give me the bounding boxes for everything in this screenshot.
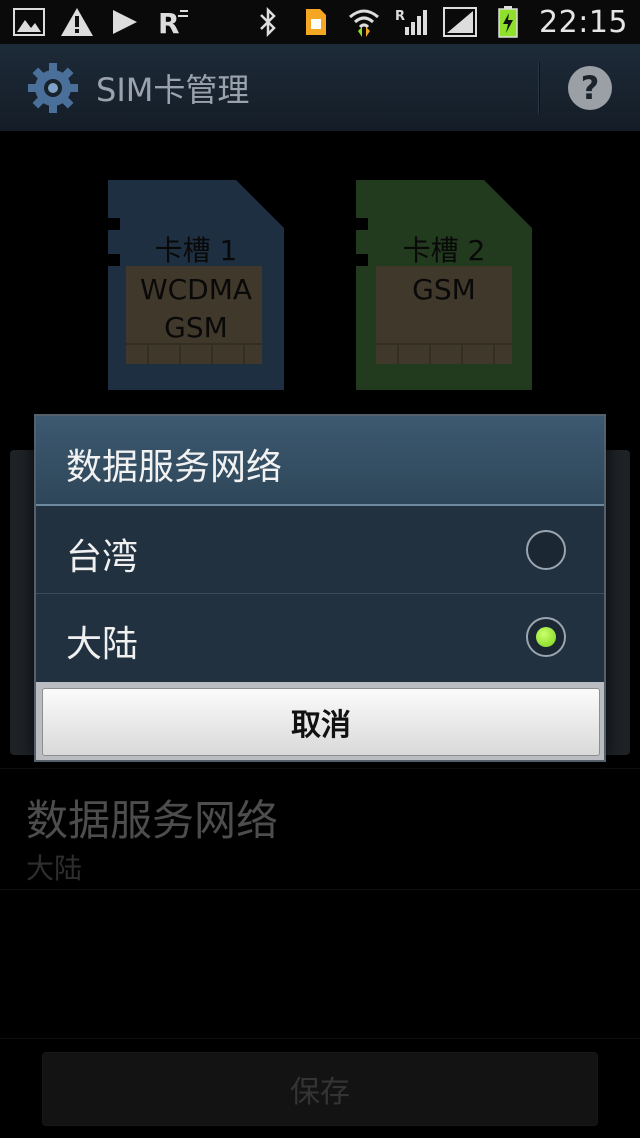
option-taiwan[interactable]: 台湾 xyxy=(36,508,604,594)
option-label: 大陆 xyxy=(66,624,139,665)
dialog-header: 数据服务网络 xyxy=(36,416,604,506)
dialog-title: 数据服务网络 xyxy=(66,447,283,488)
option-label: 台湾 xyxy=(66,537,139,578)
sim-icon xyxy=(299,6,333,38)
status-bar: R R 22:15 xyxy=(0,0,640,44)
gear-icon[interactable] xyxy=(24,59,82,117)
bluetooth-icon xyxy=(251,6,285,38)
gallery-icon xyxy=(12,6,46,38)
wifi-icon xyxy=(347,6,381,38)
cancel-button[interactable]: 取消 xyxy=(42,688,600,756)
battery-charging-icon xyxy=(491,6,525,38)
help-icon[interactable]: ? xyxy=(568,66,612,110)
svg-text:R: R xyxy=(158,7,180,37)
clock: 22:15 xyxy=(539,4,628,40)
data-network-dialog: 数据服务网络 台湾 大陆 取消 xyxy=(34,414,606,762)
svg-text:R: R xyxy=(395,9,405,24)
radio-checked[interactable] xyxy=(526,617,566,657)
roaming-icon: R xyxy=(156,6,190,38)
play-icon xyxy=(108,6,142,38)
signal-r-icon: R xyxy=(395,6,429,38)
radio-unchecked[interactable] xyxy=(526,530,566,570)
signal-icon xyxy=(443,6,478,38)
option-mainland[interactable]: 大陆 xyxy=(36,595,604,681)
warning-icon xyxy=(60,6,94,38)
dialog-footer: 取消 xyxy=(36,682,604,760)
page-title: SIM卡管理 xyxy=(96,70,250,109)
action-bar-divider xyxy=(538,62,540,114)
action-bar: SIM卡管理 ? xyxy=(0,44,640,132)
screen: R R 22:15 SIM卡管理 ? 卡槽 1 WCDMA GSM 卡槽 2 G… xyxy=(0,0,640,1138)
